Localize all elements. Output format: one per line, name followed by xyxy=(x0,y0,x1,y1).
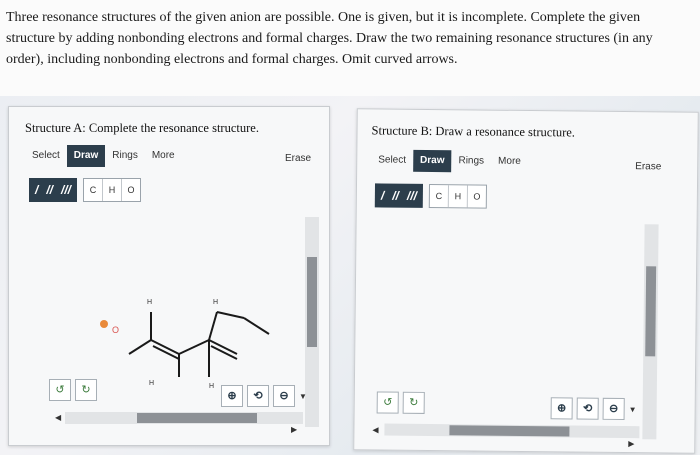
horizontal-scroll-thumb[interactable] xyxy=(449,425,570,437)
more-tab[interactable]: More xyxy=(145,145,182,167)
scroll-right-icon[interactable]: ▶ xyxy=(628,439,634,448)
structure-b-canvas[interactable] xyxy=(369,217,641,390)
zoom-in-icon[interactable]: ⊕ xyxy=(221,385,243,407)
vertical-scrollbar[interactable] xyxy=(305,217,319,427)
hydrogen-label: H xyxy=(213,299,218,306)
scroll-right-icon[interactable]: ▶ xyxy=(291,425,297,434)
structure-b-panel: Structure B: Draw a resonance structure.… xyxy=(353,108,699,454)
oxygen-atom-button[interactable]: O xyxy=(122,179,140,201)
vertical-scroll-thumb[interactable] xyxy=(307,257,317,347)
zoom-group: ⊕ ⟲ ⊖ ▼ xyxy=(550,397,637,421)
double-bond-button[interactable]: // xyxy=(392,189,399,203)
zoom-reset-icon[interactable]: ⟲ xyxy=(247,385,269,407)
rings-tab[interactable]: Rings xyxy=(451,150,491,172)
more-tab[interactable]: More xyxy=(491,151,528,173)
undo-redo-group: ↺ ↻ xyxy=(376,391,425,414)
structure-b-title: Structure B: Draw a resonance structure. xyxy=(371,123,576,140)
rings-tab[interactable]: Rings xyxy=(105,145,145,167)
carbon-skeleton xyxy=(128,311,270,377)
oxygen-atom-button[interactable]: O xyxy=(468,185,486,207)
scroll-left-icon[interactable]: ◀ xyxy=(55,413,61,422)
structure-a-canvas[interactable]: O H H H H xyxy=(39,282,299,392)
undo-redo-group: ↺ ↻ xyxy=(49,379,97,401)
zoom-group: ⊕ ⟲ ⊖ ▼ xyxy=(221,385,307,407)
hydrogen-atom-button[interactable]: H xyxy=(103,179,123,201)
vertical-scroll-thumb[interactable] xyxy=(645,266,657,357)
structure-a-panel: Structure A: Complete the resonance stru… xyxy=(8,106,330,446)
question-text: Three resonance structures of the given … xyxy=(6,10,653,67)
horizontal-scroll-thumb[interactable] xyxy=(137,413,257,423)
hydrogen-label: H xyxy=(209,383,214,390)
zoom-reset-icon[interactable]: ⟲ xyxy=(576,397,599,420)
dropdown-arrow-icon[interactable]: ▼ xyxy=(629,405,637,414)
triple-bond-button[interactable]: /// xyxy=(61,183,71,197)
single-bond-button[interactable]: / xyxy=(35,183,38,197)
structure-a-toolrow: / // /// C H O xyxy=(29,178,142,202)
hydrogen-atom-button[interactable]: H xyxy=(448,185,469,208)
select-tab[interactable]: Select xyxy=(371,149,413,171)
zoom-in-icon[interactable]: ⊕ xyxy=(550,397,573,420)
hydrogen-label: H xyxy=(149,380,154,387)
single-bond-button[interactable]: / xyxy=(381,188,384,202)
zoom-out-icon[interactable]: ⊖ xyxy=(273,385,295,407)
horizontal-scrollbar[interactable] xyxy=(384,423,640,439)
carbon-atom-button[interactable]: C xyxy=(84,179,104,201)
lone-pair-dot xyxy=(100,320,108,328)
erase-button[interactable]: Erase xyxy=(285,153,311,164)
structure-a-title: Structure A: Complete the resonance stru… xyxy=(25,121,259,135)
structure-b-menubar: Select Draw Rings More xyxy=(371,149,528,173)
bond-tools: / // /// xyxy=(374,183,424,208)
bond-tools: / // /// xyxy=(29,178,78,202)
carbon-atom-button[interactable]: C xyxy=(429,184,450,208)
vertical-scrollbar[interactable] xyxy=(642,224,659,440)
triple-bond-button[interactable]: /// xyxy=(407,189,417,203)
atom-tools: C H O xyxy=(83,178,142,202)
draw-tab[interactable]: Draw xyxy=(66,145,106,167)
redo-icon[interactable]: ↻ xyxy=(402,391,425,414)
erase-button[interactable]: Erase xyxy=(635,161,661,172)
horizontal-scrollbar[interactable] xyxy=(65,412,303,424)
atom-tools: C H O xyxy=(428,183,488,209)
hydrogen-label: H xyxy=(147,299,152,306)
zoom-out-icon[interactable]: ⊖ xyxy=(602,397,625,421)
structure-a-menubar: Select Draw Rings More xyxy=(25,145,182,167)
scroll-left-icon[interactable]: ◀ xyxy=(372,425,378,434)
select-tab[interactable]: Select xyxy=(25,145,67,167)
dropdown-arrow-icon[interactable]: ▼ xyxy=(299,392,307,401)
double-bond-button[interactable]: // xyxy=(46,183,53,197)
undo-icon[interactable]: ↺ xyxy=(376,391,399,414)
question-block: Three resonance structures of the given … xyxy=(0,0,700,96)
draw-tab[interactable]: Draw xyxy=(412,149,452,173)
redo-icon[interactable]: ↻ xyxy=(75,379,97,401)
structure-b-toolrow: / // /// C H O xyxy=(374,183,488,209)
oxygen-label: O xyxy=(112,325,119,335)
undo-icon[interactable]: ↺ xyxy=(49,379,71,401)
